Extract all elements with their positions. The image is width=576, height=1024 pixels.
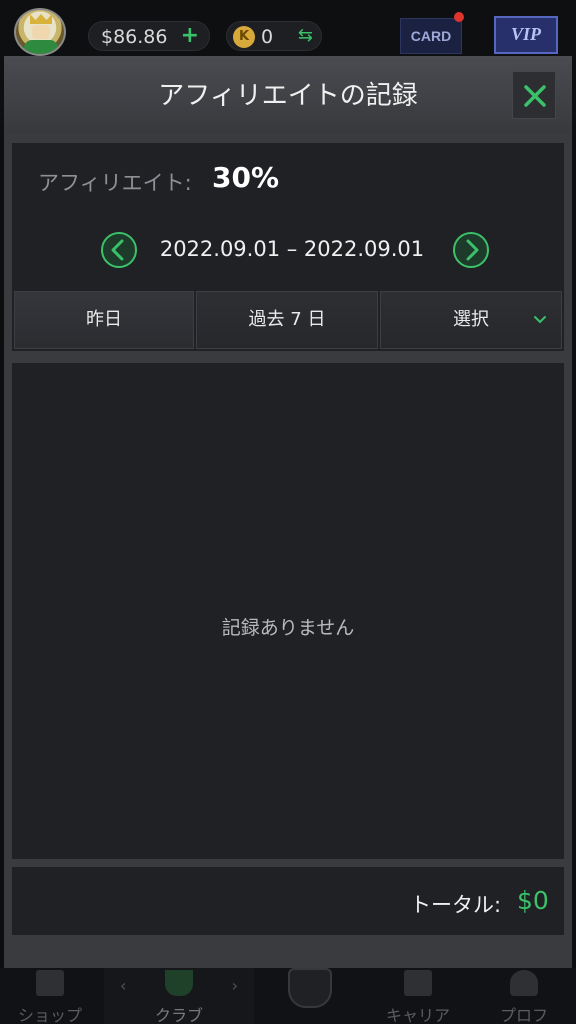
nav-career[interactable]: キャリア (366, 968, 470, 1024)
coin-count: 0 (261, 26, 274, 48)
chevron-right-icon: › (231, 976, 238, 995)
nav-club-label: クラブ (154, 1006, 203, 1024)
affiliate-records-modal: アフィリエイトの記録 アフィリエイト: 30% 2022.09.01 – 202… (4, 56, 572, 968)
nav-profile[interactable]: プロフ (472, 968, 576, 1024)
person-icon (510, 970, 538, 996)
affiliate-rate-label: アフィリエイト: (38, 171, 192, 195)
period-tabs: 昨日 過去 7 日 選択 (14, 291, 562, 349)
add-funds-button[interactable]: + (181, 23, 199, 48)
avatar-face (32, 25, 50, 39)
affiliate-rate-value: 30% (212, 161, 280, 194)
tab-last-7-days[interactable]: 過去 7 日 (196, 291, 378, 349)
nav-shop-label: ショップ (17, 1006, 82, 1024)
bar-chart-icon (404, 970, 432, 996)
avatar[interactable] (14, 8, 66, 56)
chevron-left-icon: ‹ (120, 976, 127, 995)
nav-club[interactable]: ‹ › クラブ (104, 968, 254, 1024)
balance-amount: $86.86 (101, 26, 168, 48)
coin-icon: K (233, 26, 255, 48)
close-button[interactable] (512, 71, 556, 119)
modal-title: アフィリエイトの記録 (158, 81, 418, 111)
swap-icon[interactable]: ⇆ (298, 25, 313, 46)
nav-lobby[interactable] (258, 968, 362, 1024)
previous-date-button[interactable] (100, 231, 138, 269)
cart-icon (36, 970, 64, 996)
total-value: $0 (517, 886, 549, 915)
nav-shop[interactable]: ショップ (0, 968, 100, 1024)
next-date-button[interactable] (452, 231, 490, 269)
top-status-bar: $86.86 + K 0 ⇆ CARD VIP (0, 0, 576, 58)
tab-yesterday[interactable]: 昨日 (14, 291, 194, 349)
nav-career-label: キャリア (385, 1006, 450, 1024)
coin-pill: K 0 ⇆ (226, 21, 322, 51)
affiliate-summary-panel: アフィリエイト: 30% 2022.09.01 – 2022.09.01 昨日 … (12, 143, 564, 351)
date-range: 2022.09.01 – 2022.09.01 (159, 237, 425, 261)
empty-records-message: 記録ありません (221, 617, 355, 639)
total-bar: トータル: $0 (12, 867, 564, 935)
records-list: 記録ありません (12, 363, 564, 859)
chevron-down-icon (534, 316, 546, 324)
chevron-left-icon (101, 232, 137, 268)
card-button[interactable]: CARD (400, 18, 462, 54)
crown-icon (30, 14, 52, 24)
nav-profile-label: プロフ (499, 1006, 548, 1024)
shield-icon (165, 970, 193, 996)
bottom-navigation: ショップ ‹ › クラブ キャリア プロフ (0, 968, 576, 1024)
balance-pill: $86.86 + (88, 21, 210, 51)
chevron-right-icon (453, 232, 489, 268)
vip-button[interactable]: VIP (494, 16, 558, 54)
avatar-suit (24, 40, 58, 54)
close-icon (524, 85, 546, 107)
crest-icon (288, 968, 332, 1008)
modal-header: アフィリエイトの記録 (4, 57, 572, 133)
tab-select-dropdown[interactable]: 選択 (380, 291, 562, 349)
total-label: トータル: (410, 893, 502, 917)
notification-dot (454, 12, 464, 22)
